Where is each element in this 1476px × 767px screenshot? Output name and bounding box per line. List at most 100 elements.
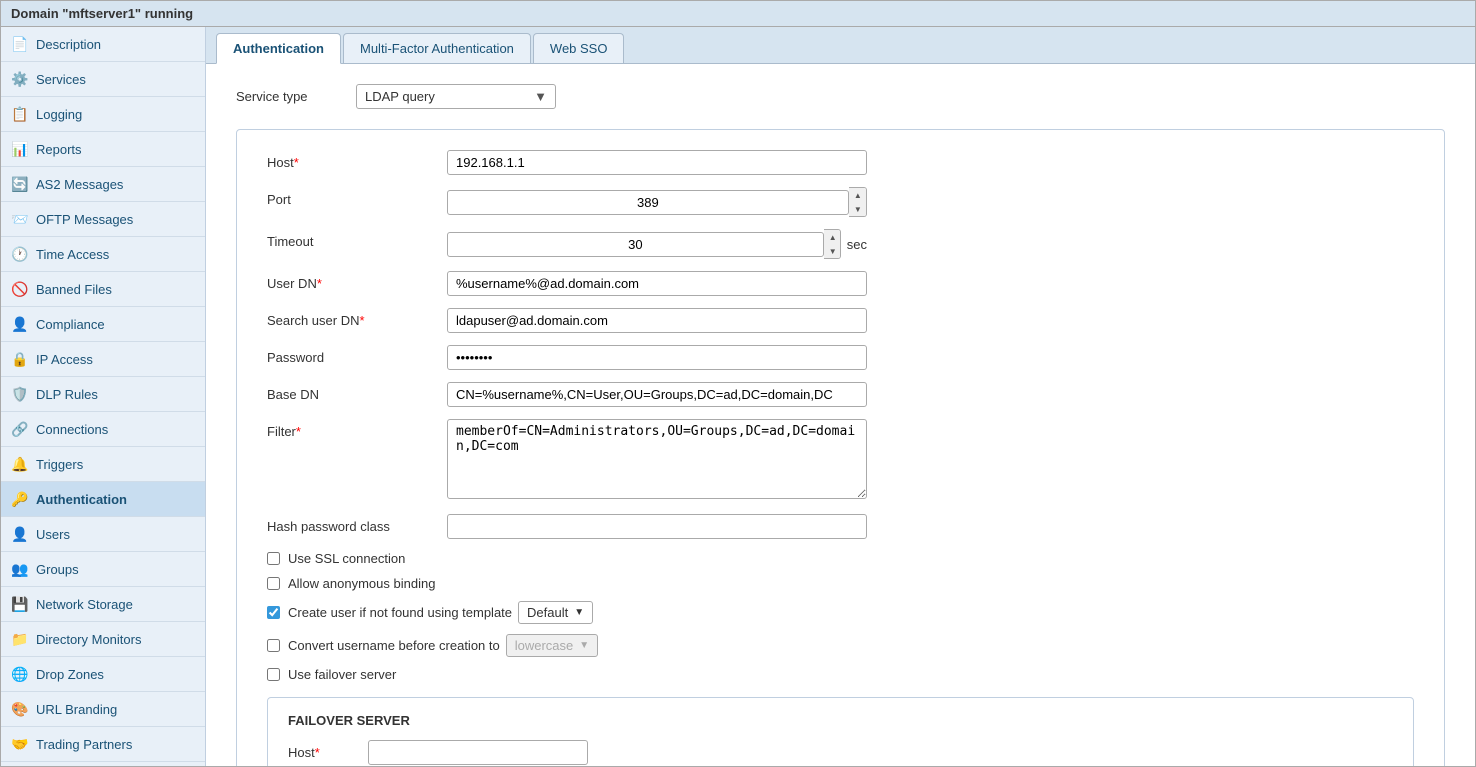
filter-label: Filter*: [267, 419, 447, 439]
sidebar-item-users[interactable]: 👤Users: [1, 517, 205, 552]
search-userdn-input[interactable]: [447, 308, 867, 333]
sidebar-item-url-branding[interactable]: 🎨URL Branding: [1, 692, 205, 727]
hash-password-input[interactable]: [447, 514, 867, 539]
convert-username-value: lowercase: [515, 638, 574, 653]
sidebar-item-connections[interactable]: 🔗Connections: [1, 412, 205, 447]
filter-control: memberOf=CN=Administrators,OU=Groups,DC=…: [447, 419, 867, 502]
convert-username-select[interactable]: lowercase ▼: [506, 634, 598, 657]
host-row: Host*: [267, 150, 1414, 175]
sidebar-item-network-storage[interactable]: 💾Network Storage: [1, 587, 205, 622]
timeout-control: ▲ ▼ sec: [447, 229, 867, 259]
sidebar-item-authentication[interactable]: 🔑 Authentication: [1, 482, 205, 517]
create-user-template-select[interactable]: Default ▼: [518, 601, 593, 624]
convert-username-checkbox[interactable]: [267, 639, 280, 652]
port-up-button[interactable]: ▲: [849, 188, 867, 202]
sidebar-label-dlp-rules: DLP Rules: [36, 387, 98, 402]
authentication-icon: 🔑: [11, 490, 29, 508]
directory-monitors-icon: 📁: [11, 630, 29, 648]
timeout-input[interactable]: [447, 232, 824, 257]
url-branding-icon: 🎨: [11, 700, 29, 718]
host-input[interactable]: [447, 150, 867, 175]
password-input[interactable]: [447, 345, 867, 370]
use-ssl-checkbox[interactable]: [267, 552, 280, 565]
userdn-label: User DN*: [267, 271, 447, 291]
trading-partners-icon: 🤝: [11, 735, 29, 753]
failover-title: FAILOVER SERVER: [288, 713, 1393, 728]
tab-authentication[interactable]: Authentication: [216, 33, 341, 64]
use-failover-label[interactable]: Use failover server: [288, 667, 396, 682]
sidebar-item-description[interactable]: 📄Description: [1, 27, 205, 62]
sidebar-item-reports[interactable]: 📊Reports: [1, 132, 205, 167]
create-user-dropdown-icon: ▼: [574, 607, 584, 618]
sidebar-item-services[interactable]: ⚙️Services: [1, 62, 205, 97]
basedn-input[interactable]: [447, 382, 867, 407]
sidebar-item-oftp-messages[interactable]: 📨OFTP Messages: [1, 202, 205, 237]
filter-textarea[interactable]: memberOf=CN=Administrators,OU=Groups,DC=…: [447, 419, 867, 499]
sidebar-item-drop-zones[interactable]: 🌐 Drop Zones: [1, 657, 205, 692]
port-spinner: ▲ ▼: [447, 187, 867, 217]
services-icon: ⚙️: [11, 70, 29, 88]
sidebar-item-ip-access[interactable]: 🔒IP Access: [1, 342, 205, 377]
userdn-row: User DN*: [267, 271, 1414, 296]
convert-username-dropdown-icon: ▼: [579, 640, 589, 651]
drop-zones-icon: 🌐: [11, 665, 29, 683]
sidebar-label-network-storage: Network Storage: [36, 597, 133, 612]
timeout-up-button[interactable]: ▲: [824, 230, 841, 244]
filter-row: Filter* memberOf=CN=Administrators,OU=Gr…: [267, 419, 1414, 502]
sidebar-item-trading-partners[interactable]: 🤝 Trading Partners: [1, 727, 205, 762]
sidebar-item-compliance[interactable]: 👤Compliance: [1, 307, 205, 342]
allow-anonymous-checkbox[interactable]: [267, 577, 280, 590]
allow-anonymous-label[interactable]: Allow anonymous binding: [288, 576, 435, 591]
timeout-unit: sec: [847, 237, 867, 252]
sidebar-label-authentication: Authentication: [36, 492, 127, 507]
sidebar-item-directory-monitors[interactable]: 📁Directory Monitors: [1, 622, 205, 657]
connections-icon: 🔗: [11, 420, 29, 438]
triggers-icon: 🔔: [11, 455, 29, 473]
sidebar-item-groups[interactable]: 👥Groups: [1, 552, 205, 587]
port-input[interactable]: [447, 190, 849, 215]
sidebar-item-banned-files[interactable]: 🚫Banned Files: [1, 272, 205, 307]
timeout-spinner: ▲ ▼ sec: [447, 229, 867, 259]
ip-access-icon: 🔒: [11, 350, 29, 368]
sidebar-label-trading-partners: Trading Partners: [36, 737, 132, 752]
create-user-label[interactable]: Create user if not found using template: [288, 605, 512, 620]
hash-password-control: [447, 514, 867, 539]
convert-username-row: Convert username before creation to lowe…: [267, 634, 1414, 657]
port-row: Port ▲ ▼: [267, 187, 1414, 217]
password-control: [447, 345, 867, 370]
failover-host-label: Host*: [288, 745, 368, 760]
sidebar-label-drop-zones: Drop Zones: [36, 667, 104, 682]
main-area: 📄Description⚙️Services📋Logging📊Reports🔄A…: [1, 27, 1475, 766]
use-failover-checkbox[interactable]: [267, 668, 280, 681]
use-failover-row: Use failover server: [267, 667, 1414, 682]
basedn-row: Base DN: [267, 382, 1414, 407]
time-access-icon: 🕐: [11, 245, 29, 263]
service-type-value: LDAP query: [365, 89, 435, 104]
tab-web-sso[interactable]: Web SSO: [533, 33, 625, 63]
convert-username-label[interactable]: Convert username before creation to: [288, 638, 500, 653]
sidebar-item-time-access[interactable]: 🕐Time Access: [1, 237, 205, 272]
sidebar-label-reports: Reports: [36, 142, 82, 157]
create-user-checkbox[interactable]: [267, 606, 280, 619]
failover-host-input[interactable]: [368, 740, 588, 765]
form-panel: Host* Port ▲: [236, 129, 1445, 766]
tab-mfa[interactable]: Multi-Factor Authentication: [343, 33, 531, 63]
port-spinner-buttons: ▲ ▼: [849, 187, 867, 217]
use-ssl-label[interactable]: Use SSL connection: [288, 551, 405, 566]
port-label: Port: [267, 187, 447, 207]
userdn-input[interactable]: [447, 271, 867, 296]
port-down-button[interactable]: ▼: [849, 202, 867, 216]
allow-anonymous-row: Allow anonymous binding: [267, 576, 1414, 591]
search-userdn-label: Search user DN*: [267, 308, 447, 328]
sidebar-item-triggers[interactable]: 🔔Triggers: [1, 447, 205, 482]
sidebar-item-logging[interactable]: 📋Logging: [1, 97, 205, 132]
service-type-select[interactable]: LDAP query ▼: [356, 84, 556, 109]
users-icon: 👤: [11, 525, 29, 543]
timeout-down-button[interactable]: ▼: [824, 244, 841, 258]
description-icon: 📄: [11, 35, 29, 53]
host-label: Host*: [267, 150, 447, 170]
title-text: Domain "mftserver1" running: [11, 6, 193, 21]
sidebar-item-as2-messages[interactable]: 🔄AS2 Messages: [1, 167, 205, 202]
sidebar-item-dlp-rules[interactable]: 🛡️DLP Rules: [1, 377, 205, 412]
host-control: [447, 150, 867, 175]
